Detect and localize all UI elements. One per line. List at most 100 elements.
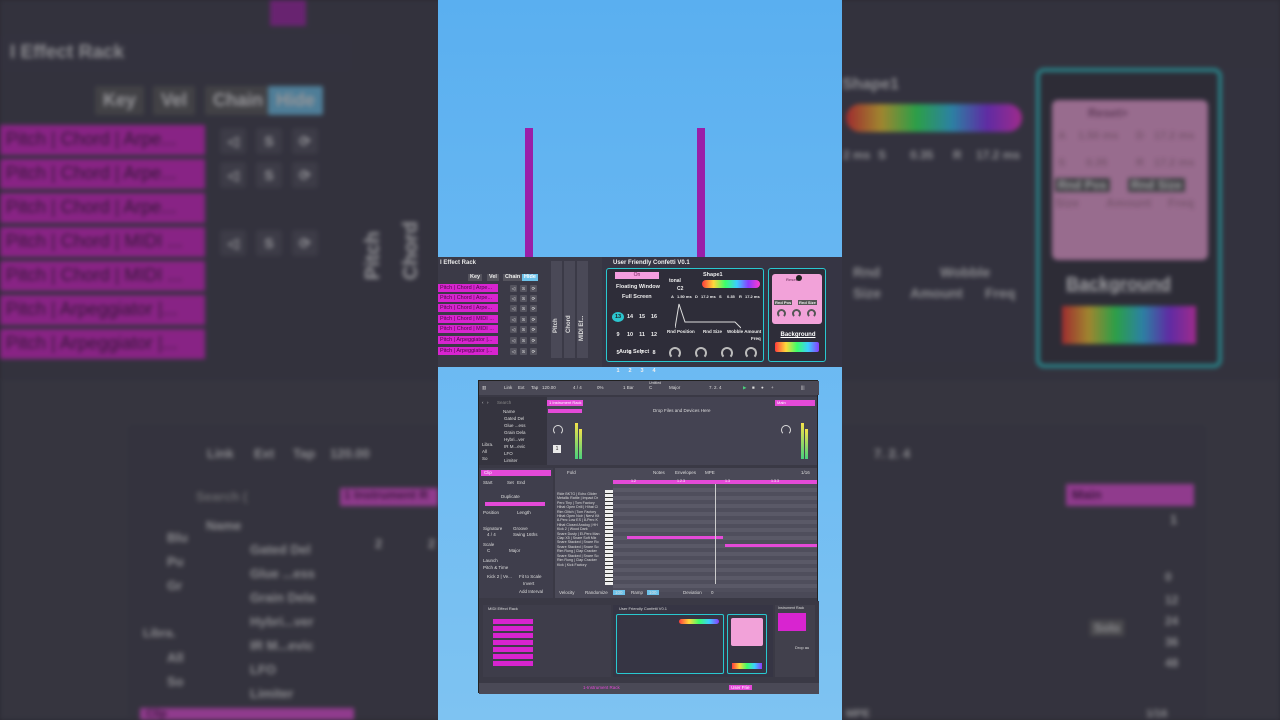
midi-note[interactable]	[627, 536, 723, 539]
signature-value[interactable]: 4 / 4	[487, 532, 496, 537]
pad-number[interactable]: 9	[612, 330, 624, 340]
main-volume-knob[interactable]	[781, 425, 791, 435]
play-icon[interactable]: ▶	[743, 385, 746, 391]
fold-button[interactable]: Fold	[567, 470, 576, 475]
scale-mode[interactable]: Major	[669, 385, 680, 390]
add-icon[interactable]: +	[771, 385, 774, 390]
device-strip-midi-effect[interactable]	[577, 261, 588, 358]
mini-gradient[interactable]	[679, 619, 719, 624]
scale-mode-select[interactable]: Major	[509, 548, 520, 553]
env-value[interactable]: 17.2 ms	[701, 294, 716, 299]
ext-button[interactable]: Ext	[518, 385, 525, 390]
solo-button[interactable]: S	[520, 348, 527, 355]
tempo-field[interactable]: 120.00	[542, 385, 556, 390]
solo-button[interactable]: S	[520, 316, 527, 323]
loop-bar[interactable]	[485, 502, 545, 506]
pad-number[interactable]: 15	[636, 312, 648, 322]
rnd-size-button[interactable]: Rnd Size	[798, 300, 817, 305]
randomize-value[interactable]: 100	[613, 590, 625, 595]
note-lanes[interactable]: 1.2 1.2.3 1.3 1.3.3	[613, 479, 817, 592]
invert-button[interactable]: Invert	[523, 581, 534, 586]
forward-icon[interactable]: ›	[487, 400, 489, 405]
groove-amount[interactable]: 0%	[597, 385, 604, 390]
page-indicator[interactable]: 1/16	[801, 470, 810, 475]
solo-button[interactable]: S	[520, 285, 527, 292]
name-column-header[interactable]: Name	[503, 409, 515, 414]
mini-chain-row[interactable]	[493, 619, 533, 624]
floating-window-button[interactable]: Floating Window	[616, 284, 660, 290]
chain-row[interactable]: Pitch | Chord | MIDI ...	[438, 325, 498, 333]
record-icon[interactable]: ●	[761, 385, 764, 390]
browser-item[interactable]: Limiter	[504, 458, 518, 463]
pad-number[interactable]: 3	[636, 366, 648, 376]
rnd-size-knob[interactable]	[695, 347, 707, 359]
pad-number[interactable]: 14	[624, 312, 636, 322]
env-value[interactable]: 0.35	[727, 294, 735, 299]
clip-bar[interactable]	[548, 409, 582, 413]
freq-knob[interactable]	[745, 347, 757, 359]
meter-icon[interactable]: |||	[801, 385, 805, 390]
freq-knob-2[interactable]	[807, 309, 816, 318]
pad-number[interactable]: 16	[648, 312, 660, 322]
power-icon[interactable]: ⟳	[530, 348, 537, 355]
speaker-icon[interactable]: ◁	[510, 305, 517, 312]
chain-row[interactable]: Pitch | Chord | Arpe...	[438, 284, 498, 292]
status-track[interactable]: 1-Instrument Rack	[583, 685, 620, 690]
amount-knob[interactable]	[792, 309, 801, 318]
fit-to-scale-button[interactable]: Fit to Scale	[519, 574, 542, 579]
mini-instrument-chains[interactable]	[778, 613, 806, 631]
speaker-icon[interactable]: ◁	[510, 285, 517, 292]
duplicate-button[interactable]: Duplicate	[501, 494, 520, 499]
tonal-select[interactable]: tonal	[669, 278, 681, 284]
sidebar-sounds[interactable]: So	[482, 456, 488, 461]
env-value[interactable]: 1.50 ms	[677, 294, 692, 299]
note-select[interactable]: Kick 2 | Ve...	[487, 574, 512, 579]
speaker-icon[interactable]: ◁	[510, 295, 517, 302]
tab-hide[interactable]: Hide	[522, 274, 538, 281]
ramp-value[interactable]: 100	[647, 590, 659, 595]
browser-item[interactable]: Glue ...ess	[504, 423, 526, 428]
tab-key[interactable]: Key	[468, 274, 483, 281]
speaker-icon[interactable]: ◁	[510, 316, 517, 323]
pad-number[interactable]: 12	[648, 330, 660, 340]
mini-chain-row[interactable]	[493, 626, 533, 631]
mini-chain-row[interactable]	[493, 661, 533, 666]
menu-icon[interactable]: ▥	[482, 385, 486, 391]
browser-item[interactable]: IR M...evic	[504, 444, 525, 449]
pitch-time-section[interactable]: Pitch & Time	[483, 565, 508, 570]
power-icon[interactable]: ⟳	[530, 305, 537, 312]
full-screen-button[interactable]: Full Screen	[622, 294, 652, 300]
auto-select-button[interactable]: Auto Select	[619, 349, 649, 355]
envelope-curve[interactable]	[675, 300, 741, 330]
search-input[interactable]: Search	[497, 400, 511, 405]
solo-button[interactable]: S	[520, 295, 527, 302]
browser-item[interactable]: Hybri...ver	[504, 437, 525, 442]
size-knob[interactable]	[777, 309, 786, 318]
chain-row[interactable]: Pitch | Arpeggiator |...	[438, 336, 498, 344]
quantize-select[interactable]: 1 Bar	[623, 385, 634, 390]
clip-header[interactable]: Clip	[481, 470, 551, 476]
tap-button[interactable]: Tap	[531, 385, 538, 390]
clip-field[interactable]: Set	[507, 480, 514, 485]
track-number-button[interactable]: 1	[553, 445, 561, 453]
color-gradient[interactable]	[702, 280, 760, 288]
add-interval-button[interactable]: Add Interval	[519, 589, 543, 594]
link-button[interactable]: Link	[504, 385, 512, 390]
background-gradient[interactable]	[775, 342, 819, 352]
track-header[interactable]: 1 Instrument Rack	[547, 400, 583, 406]
mini-chain-row[interactable]	[493, 633, 533, 638]
solo-button[interactable]: S	[520, 337, 527, 344]
midi-note[interactable]	[725, 544, 817, 547]
note-value[interactable]: C2	[677, 286, 683, 292]
power-icon[interactable]: ⟳	[530, 326, 537, 333]
launch-section[interactable]: Launch	[483, 558, 498, 563]
scale-root[interactable]: C	[649, 385, 652, 390]
power-icon[interactable]: ⟳	[530, 295, 537, 302]
browser-item[interactable]: LFO	[504, 451, 513, 456]
pad-number[interactable]: 8	[648, 348, 660, 358]
status-device[interactable]: User Frie	[729, 685, 752, 690]
on-toggle[interactable]: On	[615, 272, 659, 279]
chain-row[interactable]: Pitch | Arpeggiator |...	[438, 347, 498, 355]
speaker-icon[interactable]: ◁	[510, 348, 517, 355]
solo-button[interactable]: S	[520, 326, 527, 333]
